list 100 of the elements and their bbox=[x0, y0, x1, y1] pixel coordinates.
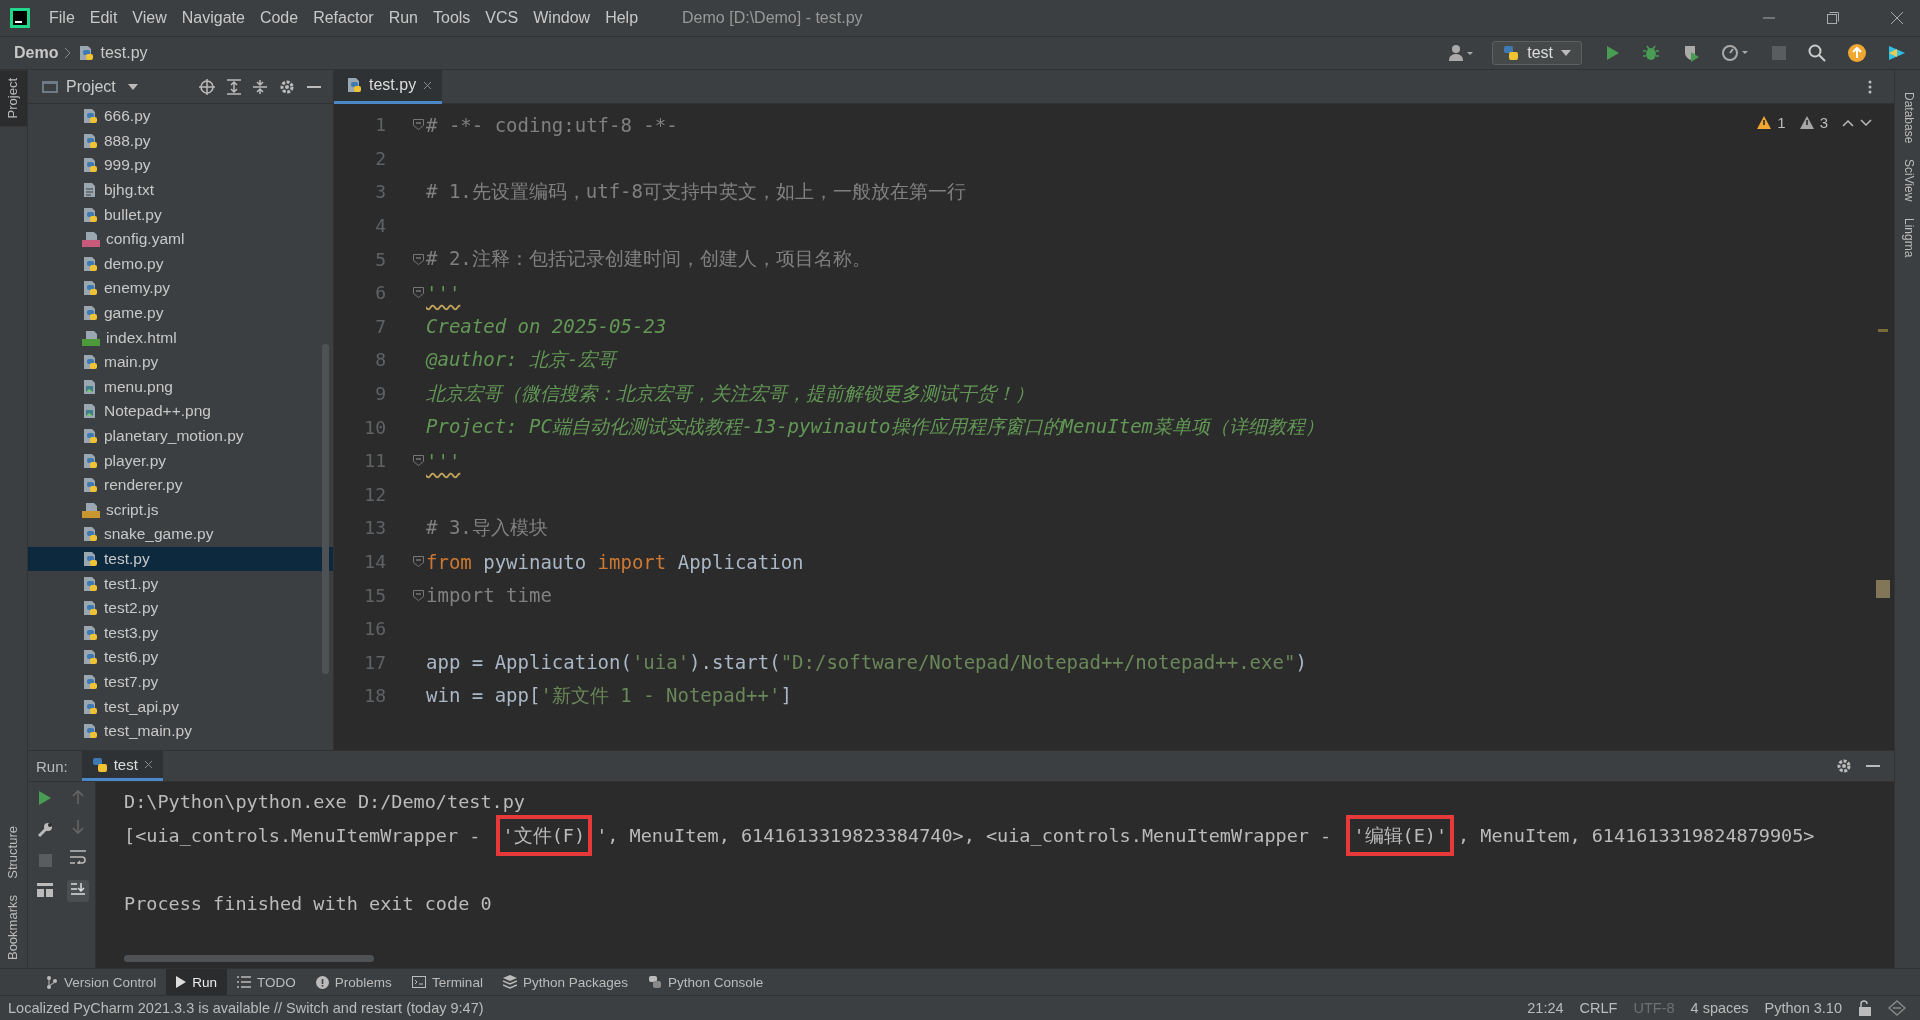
file-tree-item[interactable]: renderer.py bbox=[28, 472, 333, 498]
tool-window-tab[interactable]: Project bbox=[0, 70, 27, 127]
menu-item[interactable]: Help bbox=[598, 9, 647, 27]
menu-item[interactable]: Refactor bbox=[306, 9, 382, 27]
file-tree-item[interactable]: test.py bbox=[28, 546, 333, 572]
tool-window-button[interactable]: Problems bbox=[305, 969, 402, 995]
file-tree-item[interactable]: menu.png bbox=[28, 374, 333, 400]
menu-item[interactable]: File bbox=[42, 9, 83, 27]
user-icon[interactable] bbox=[1448, 44, 1475, 62]
file-tree-item[interactable]: script.js bbox=[28, 497, 333, 523]
file-tree-item[interactable]: test3.py bbox=[28, 620, 333, 646]
profile-icon[interactable] bbox=[1722, 44, 1750, 62]
menu-item[interactable]: VCS bbox=[478, 9, 527, 27]
run-icon[interactable] bbox=[1604, 45, 1620, 61]
file-tree-item[interactable]: game.py bbox=[28, 300, 333, 326]
settings-icon[interactable] bbox=[279, 78, 295, 95]
file-tree-item[interactable]: demo.py bbox=[28, 251, 333, 277]
file-tree-item[interactable]: test_api.py bbox=[28, 694, 333, 719]
close-icon[interactable] bbox=[423, 80, 433, 90]
crosshair-icon[interactable] bbox=[199, 78, 215, 95]
bug-icon[interactable] bbox=[1642, 44, 1660, 62]
run-tab[interactable]: test bbox=[81, 751, 163, 781]
warning-icon[interactable] bbox=[1757, 116, 1772, 129]
file-tree-item[interactable]: enemy.py bbox=[28, 276, 333, 301]
chevron-up-icon[interactable] bbox=[1842, 118, 1854, 127]
menu-item[interactable]: View bbox=[125, 9, 175, 27]
more-icon[interactable] bbox=[1868, 79, 1872, 94]
file-tree-item[interactable]: config.yaml bbox=[28, 226, 333, 252]
expand-all-icon[interactable] bbox=[227, 78, 241, 95]
tool-window-button[interactable]: Version Control bbox=[36, 969, 167, 995]
scroll-to-end-icon[interactable] bbox=[66, 880, 89, 902]
tool-window-button[interactable]: TODO bbox=[227, 969, 306, 995]
file-tree-item[interactable]: 999.py bbox=[28, 153, 333, 178]
coverage-icon[interactable] bbox=[1682, 44, 1700, 62]
tool-window-tab[interactable]: Structure bbox=[0, 818, 27, 887]
close-icon[interactable] bbox=[1890, 11, 1904, 25]
file-tree-item[interactable]: test6.py bbox=[28, 645, 333, 670]
soft-wrap-icon[interactable] bbox=[69, 850, 86, 864]
status-item[interactable]: CRLF bbox=[1579, 1000, 1618, 1016]
minimize-panel-icon[interactable] bbox=[1866, 764, 1880, 768]
panel-title[interactable]: Project bbox=[66, 77, 116, 96]
breadcrumb-item[interactable]: Demo bbox=[14, 44, 59, 62]
plugin-logo-icon[interactable] bbox=[1888, 44, 1906, 62]
rerun-icon[interactable] bbox=[38, 790, 53, 806]
file-tree-item[interactable]: test_main.py bbox=[28, 718, 333, 744]
file-tree-item[interactable]: test2.py bbox=[28, 595, 333, 621]
tool-window-button[interactable]: Python Console bbox=[637, 969, 774, 995]
tool-window-tab[interactable]: Database bbox=[1895, 84, 1920, 152]
menu-item[interactable]: Code bbox=[252, 9, 307, 27]
file-tree-item[interactable]: snake_game.py bbox=[28, 522, 333, 547]
search-icon[interactable] bbox=[1808, 44, 1826, 62]
file-tree-item[interactable]: test7.py bbox=[28, 669, 333, 695]
file-tree-item[interactable]: 666.py bbox=[28, 104, 333, 129]
status-item[interactable]: 21:24 bbox=[1527, 1000, 1564, 1016]
tool-window-button[interactable]: Python Packages bbox=[492, 969, 638, 995]
fold-icon[interactable] bbox=[413, 589, 424, 601]
close-icon[interactable] bbox=[143, 760, 153, 769]
menu-item[interactable]: Edit bbox=[82, 9, 126, 27]
fold-icon[interactable] bbox=[413, 253, 424, 265]
assistant-icon[interactable] bbox=[1888, 1000, 1906, 1016]
file-tree-item[interactable]: index.html bbox=[28, 325, 333, 350]
file-tree-item[interactable]: 888.py bbox=[28, 128, 333, 154]
status-item[interactable]: Python 3.10 bbox=[1764, 1000, 1842, 1016]
file-tree-item[interactable]: test1.py bbox=[28, 571, 333, 596]
breadcrumb-item[interactable]: test.py bbox=[100, 44, 148, 62]
tool-window-tab[interactable]: Bookmarks bbox=[0, 886, 27, 968]
file-tree-item[interactable]: bjhg.txt bbox=[28, 177, 333, 203]
fold-icon[interactable] bbox=[413, 556, 424, 567]
chevron-down-icon[interactable] bbox=[1860, 118, 1872, 127]
run-config-dropdown[interactable]: test bbox=[1492, 41, 1582, 65]
warning-count[interactable]: 1 bbox=[1777, 114, 1786, 131]
file-tree-item[interactable]: player.py bbox=[28, 448, 333, 473]
editor-tab[interactable]: test.py bbox=[334, 69, 443, 104]
lock-icon[interactable] bbox=[1858, 1000, 1872, 1016]
wrench-icon[interactable] bbox=[37, 822, 54, 838]
scrollbar-thumb[interactable] bbox=[322, 344, 329, 674]
scrollbar-thumb[interactable] bbox=[124, 955, 374, 962]
status-message[interactable]: Localized PyCharm 2021.3.3 is available // Switch and restart (today 9:47) bbox=[8, 1000, 484, 1016]
menu-item[interactable]: Window bbox=[526, 9, 599, 27]
status-item[interactable]: 4 spaces bbox=[1690, 1000, 1749, 1016]
settings-icon[interactable] bbox=[1836, 758, 1852, 774]
file-tree-item[interactable]: Notepad++.png bbox=[28, 399, 333, 424]
fold-icon[interactable] bbox=[413, 287, 424, 299]
menu-item[interactable]: Navigate bbox=[174, 9, 253, 27]
caret-icon[interactable] bbox=[127, 83, 138, 90]
maximize-icon[interactable] bbox=[1826, 11, 1840, 25]
fold-icon[interactable] bbox=[413, 119, 424, 131]
tool-window-button[interactable]: Terminal bbox=[401, 969, 493, 995]
menu-item[interactable]: Tools bbox=[426, 9, 479, 27]
tool-window-tab[interactable]: Lingma bbox=[1895, 209, 1920, 266]
weak-warning-icon[interactable] bbox=[1799, 116, 1814, 129]
tool-window-button[interactable]: Run bbox=[166, 969, 228, 995]
tool-window-tab[interactable]: SciView bbox=[1895, 151, 1920, 210]
layout-icon[interactable] bbox=[37, 883, 54, 897]
file-tree-item[interactable]: planetary_motion.py bbox=[28, 423, 333, 449]
fold-icon[interactable] bbox=[413, 455, 424, 467]
menu-item[interactable]: Run bbox=[381, 9, 426, 27]
weak-warning-count[interactable]: 3 bbox=[1819, 114, 1828, 131]
file-tree-item[interactable]: bullet.py bbox=[28, 202, 333, 227]
update-icon[interactable] bbox=[1848, 44, 1866, 62]
